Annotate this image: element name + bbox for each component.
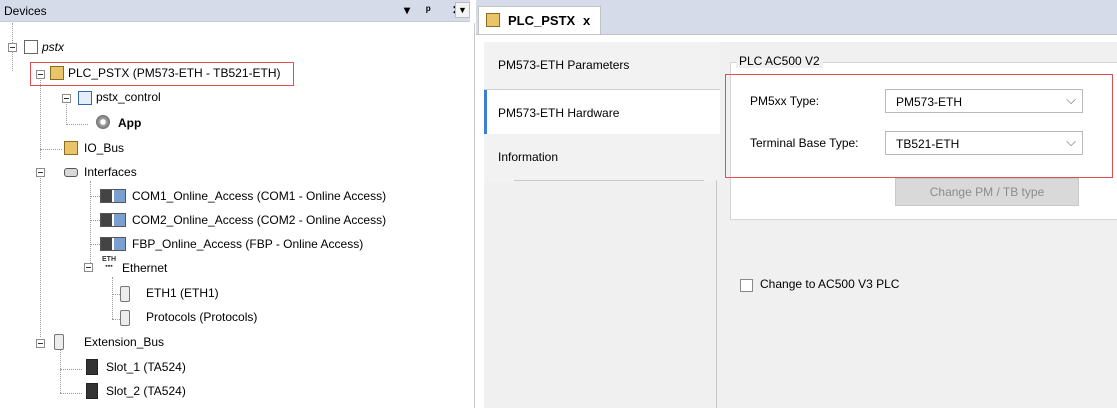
extension-bus-icon <box>54 334 64 350</box>
slot-module-icon <box>86 359 98 375</box>
com-port-icon <box>100 189 126 203</box>
tree-item-interfaces[interactable]: Interfaces <box>84 164 137 180</box>
pm-type-label: PM5xx Type: <box>750 94 820 108</box>
collapse-toggle-icon[interactable] <box>36 339 45 348</box>
gear-icon <box>96 115 110 129</box>
close-tab-icon[interactable]: x <box>583 13 590 28</box>
tree-item-slot2[interactable]: Slot_2 (TA524) <box>106 383 186 399</box>
tree-item-eth1[interactable]: ETH1 (ETH1) <box>146 285 219 301</box>
tb-type-select[interactable]: TB521-ETH ⌵ <box>885 131 1083 155</box>
tree-item-pstx-control[interactable]: pstx_control <box>96 89 161 105</box>
pin-dropdown-icon[interactable]: ▾ <box>404 3 410 17</box>
slot-module-icon <box>86 383 98 399</box>
tree-line <box>112 277 113 319</box>
side-tab-label: Information <box>498 150 559 164</box>
pm-type-value: PM573-ETH <box>896 95 963 109</box>
eth-module-icon <box>120 286 130 302</box>
pm-type-select[interactable]: PM573-ETH ⌵ <box>885 89 1083 113</box>
tree-item-app[interactable]: App <box>118 115 141 131</box>
tree-line <box>112 294 120 295</box>
collapse-toggle-icon[interactable] <box>62 94 71 103</box>
tree-item-extension-bus[interactable]: Extension_Bus <box>84 334 164 350</box>
project-icon <box>24 40 38 54</box>
tree-item-fbp[interactable]: FBP_Online_Access (FBP - Online Access) <box>132 236 363 252</box>
chevron-down-icon: ⌵ <box>1066 134 1076 149</box>
io-bus-icon <box>64 141 78 155</box>
side-tab-label: PM573-ETH Parameters <box>498 58 630 72</box>
devices-panel-header: Devices ▾ ᵖ ✕ <box>0 0 470 22</box>
devices-panel-title: Devices <box>4 4 47 18</box>
group-title: PLC AC500 V2 <box>736 54 823 68</box>
tree-line <box>40 149 62 150</box>
change-pm-tb-button[interactable]: Change PM / TB type <box>895 178 1079 206</box>
tb-type-value: TB521-ETH <box>896 137 960 151</box>
tree-item-ethernet[interactable]: Ethernet <box>122 260 167 276</box>
tree-item-slot1[interactable]: Slot_1 (TA524) <box>106 359 186 375</box>
tree-scroll-dropdown-icon[interactable]: ▼ <box>455 2 470 18</box>
tree-item-io-bus[interactable]: IO_Bus <box>84 140 124 156</box>
side-tab-hardware[interactable]: PM573-ETH Hardware <box>484 90 720 138</box>
tb-type-label: Terminal Base Type: <box>750 136 859 150</box>
tree-line <box>60 349 61 393</box>
collapse-toggle-icon[interactable] <box>84 263 93 272</box>
tree-line <box>40 75 41 159</box>
change-to-v3-label: Change to AC500 V3 PLC <box>760 277 900 291</box>
tree-item-com2[interactable]: COM2_Online_Access (COM2 - Online Access… <box>132 212 386 228</box>
collapse-toggle-icon[interactable] <box>36 70 45 79</box>
com-port-icon <box>100 213 126 227</box>
collapse-toggle-icon[interactable] <box>8 43 17 52</box>
dock-pin-icon[interactable]: ᵖ <box>426 3 431 17</box>
ethernet-icon: ETH ▪▪▪ <box>102 256 116 270</box>
plc-device-icon <box>486 13 500 27</box>
plc-device-icon <box>50 66 64 80</box>
tree-line <box>112 319 120 320</box>
tree-line <box>60 369 82 370</box>
tree-item-plc-pstx[interactable]: PLC_PSTX (PM573-ETH - TB521-ETH) <box>68 65 281 81</box>
application-icon <box>78 91 92 105</box>
fbp-port-icon <box>100 237 126 251</box>
side-tab-label: PM573-ETH Hardware <box>498 106 620 120</box>
collapse-toggle-icon[interactable] <box>36 168 45 177</box>
tree-item-com1[interactable]: COM1_Online_Access (COM1 - Online Access… <box>132 188 386 204</box>
protocols-icon <box>120 310 130 326</box>
tree-line <box>40 169 41 337</box>
tab-plc-pstx[interactable]: PLC_PSTX x <box>478 6 601 34</box>
change-to-v3-checkbox[interactable] <box>740 279 753 292</box>
tree-line <box>66 124 88 125</box>
separator <box>716 180 717 408</box>
separator <box>514 180 704 181</box>
interface-connector-icon <box>64 168 78 177</box>
side-tab-parameters[interactable]: PM573-ETH Parameters <box>484 42 720 90</box>
tree-line <box>90 181 91 267</box>
side-tab-information[interactable]: Information <box>484 134 720 182</box>
tree-item-pstx[interactable]: pstx <box>42 39 64 55</box>
chevron-down-icon: ⌵ <box>1066 92 1076 107</box>
tree-line <box>60 393 82 394</box>
tab-label: PLC_PSTX <box>508 13 576 28</box>
tree-item-protocols[interactable]: Protocols (Protocols) <box>146 309 257 325</box>
device-tree: pstx PLC_PSTX (PM573-ETH - TB521-ETH) ps… <box>0 23 475 408</box>
